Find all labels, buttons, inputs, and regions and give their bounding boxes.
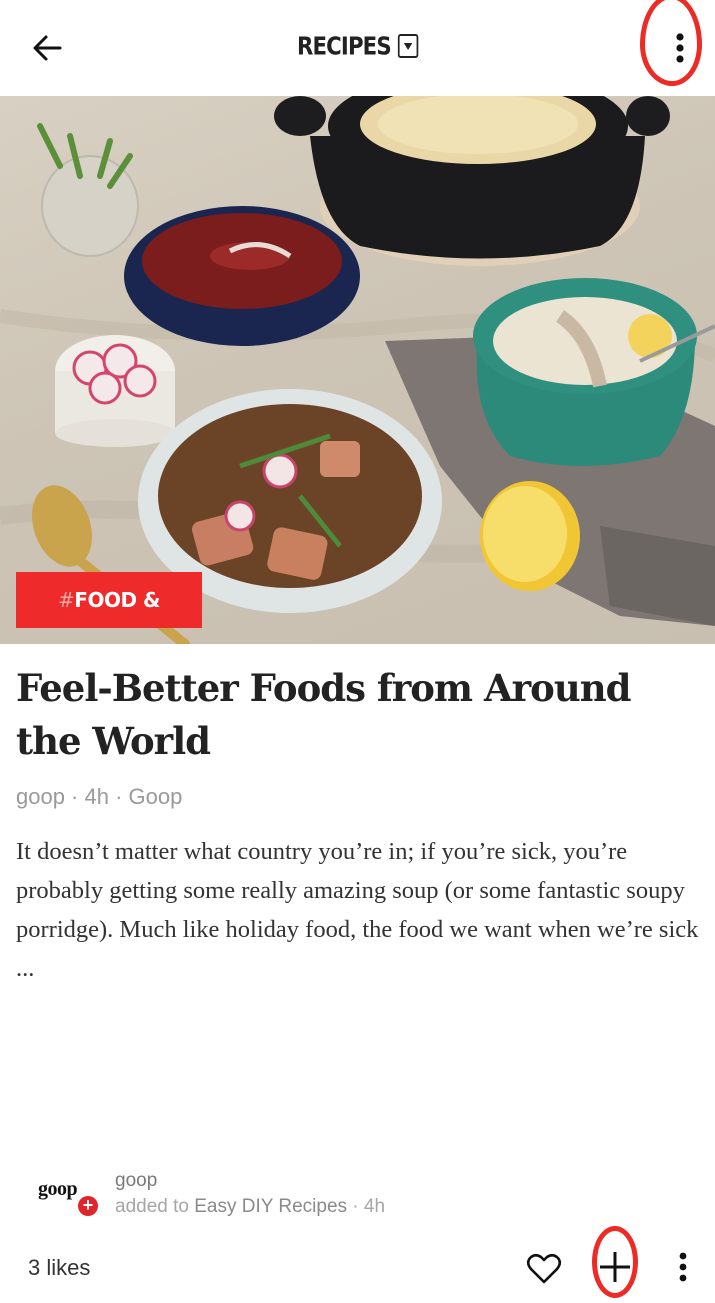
added-to-line: added to Easy DIY Recipes · 4h <box>115 1196 385 1218</box>
top-bar: RECIPES <box>0 0 715 96</box>
topic-tag[interactable]: #FOOD & DINING <box>16 572 202 668</box>
add-to-magazine-button[interactable] <box>598 1250 632 1284</box>
more-vertical-icon <box>679 1252 687 1282</box>
source-name[interactable]: goop <box>115 1170 157 1192</box>
added-prefix: added to <box>115 1196 189 1217</box>
article-meta: goop · 4h · Goop <box>16 784 183 809</box>
article-title[interactable]: Feel-Better Foods from Around the World <box>16 662 706 768</box>
tag-hash: # <box>58 588 75 612</box>
like-button[interactable] <box>526 1253 562 1285</box>
source-attribution: goop + goop added to Easy DIY Recipes · … <box>30 1168 690 1224</box>
added-age: · 4h <box>352 1196 386 1217</box>
more-options-button[interactable] <box>662 28 698 68</box>
tag-label: FOOD & DINING <box>69 588 161 668</box>
section-title: RECIPES <box>296 31 392 61</box>
section-title-dropdown[interactable]: RECIPES <box>54 30 662 61</box>
dropdown-box-icon <box>397 34 419 58</box>
more-options-button[interactable] <box>672 1250 694 1286</box>
plus-icon <box>600 1252 630 1282</box>
publisher-avatar[interactable]: goop <box>38 1178 78 1201</box>
magazine-link[interactable]: Easy DIY Recipes <box>194 1196 347 1217</box>
food-photo <box>0 96 715 644</box>
heart-outline-icon <box>526 1253 562 1284</box>
likes-count[interactable]: 3 likes <box>28 1255 90 1281</box>
plus-circle-icon[interactable]: + <box>78 1196 98 1216</box>
article-image[interactable] <box>0 96 715 644</box>
more-vertical-icon <box>676 33 684 63</box>
article-excerpt[interactable]: It doesn’t matter what country you’re in… <box>16 832 706 988</box>
